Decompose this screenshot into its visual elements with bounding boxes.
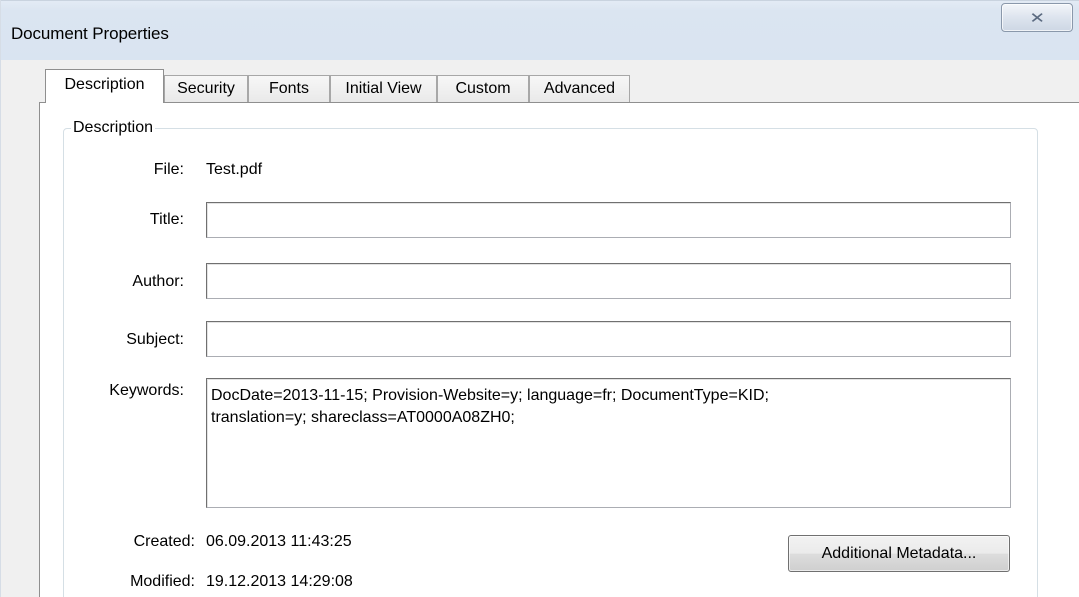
- subject-label: Subject:: [126, 331, 184, 348]
- title-field[interactable]: [206, 202, 1011, 238]
- tab-initial-view[interactable]: Initial View: [330, 75, 437, 102]
- tab-fonts[interactable]: Fonts: [248, 75, 330, 102]
- modified-value: 19.12.2013 14:29:08: [206, 573, 353, 590]
- additional-metadata-button[interactable]: Additional Metadata...: [788, 535, 1010, 572]
- subject-field[interactable]: [206, 321, 1011, 357]
- file-value: Test.pdf: [206, 161, 263, 178]
- tab-advanced[interactable]: Advanced: [529, 75, 630, 102]
- description-groupbox: [63, 128, 1038, 597]
- author-label: Author:: [132, 273, 184, 290]
- description-group-legend: Description: [71, 119, 156, 137]
- keywords-label: Keywords:: [109, 382, 184, 399]
- title-label: Title:: [149, 211, 184, 228]
- title-bar: Document Properties ✕: [1, 0, 1079, 60]
- tab-description[interactable]: Description: [45, 69, 164, 103]
- created-value: 06.09.2013 11:43:25: [206, 533, 352, 550]
- modified-label: Modified:: [130, 573, 195, 590]
- tab-custom[interactable]: Custom: [437, 75, 529, 102]
- window-title: Document Properties: [11, 24, 169, 43]
- document-properties-dialog: Document Properties ✕ Description Securi…: [0, 0, 1079, 597]
- author-field[interactable]: [206, 263, 1011, 299]
- close-icon: ✕: [1029, 8, 1045, 27]
- created-label: Created:: [133, 533, 195, 550]
- close-button[interactable]: ✕: [1001, 3, 1073, 32]
- file-label: File:: [153, 161, 184, 178]
- keywords-textarea[interactable]: DocDate=2013-11-15; Provision-Website=y;…: [206, 378, 1011, 508]
- tab-security[interactable]: Security: [164, 75, 248, 102]
